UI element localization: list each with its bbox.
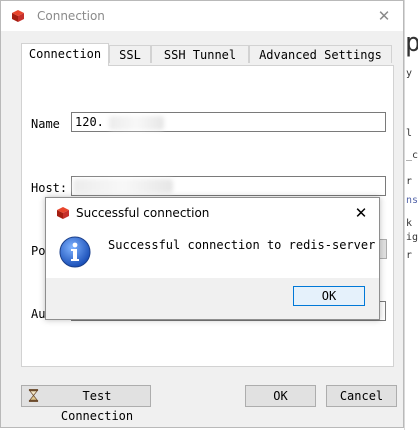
popup-body: Successful connection to redis-server	[46, 228, 379, 278]
background-text: y	[406, 68, 413, 79]
name-label: Name	[31, 117, 60, 131]
test-connection-label: Test Connection	[60, 389, 134, 423]
background-text: ns	[406, 195, 418, 206]
port-label: Po	[31, 244, 46, 258]
window-title: Connection	[37, 9, 105, 23]
popup-title-bar: Successful connection ✕	[46, 198, 379, 228]
test-connection-button[interactable]: Test Connection	[21, 385, 151, 423]
redaction-blur	[73, 179, 173, 193]
ok-button[interactable]: OK	[245, 385, 316, 407]
cancel-button[interactable]: Cancel	[326, 385, 397, 407]
background-text: p	[405, 28, 418, 58]
redis-logo-icon	[57, 207, 69, 219]
tab-advanced-settings[interactable]: Advanced Settings	[249, 45, 392, 63]
background-text: _c	[406, 150, 418, 161]
tab-ssl[interactable]: SSL	[109, 45, 151, 63]
popup-message: Successful connection to redis-server	[108, 238, 376, 252]
port-spinner[interactable]	[379, 239, 387, 259]
hourglass-icon	[28, 389, 39, 402]
close-icon[interactable]: ✕	[373, 5, 395, 27]
auth-label: Au	[31, 307, 46, 321]
redis-logo-icon	[12, 10, 24, 22]
background-text: r	[406, 176, 413, 187]
redaction-blur	[109, 116, 164, 130]
background-text: l	[406, 128, 413, 139]
popup-title: Successful connection	[76, 206, 210, 220]
close-icon[interactable]: ✕	[351, 202, 371, 224]
info-icon	[59, 236, 91, 268]
background-text: ig	[406, 232, 418, 243]
success-dialog: Successful connection ✕ Successful conne…	[45, 197, 380, 320]
popup-ok-button[interactable]: OK	[293, 286, 365, 306]
host-label: Host:	[31, 181, 68, 195]
name-value: 120.	[75, 115, 104, 129]
title-bar: Connection ✕	[1, 1, 403, 31]
tab-connection[interactable]: Connection	[21, 43, 109, 66]
background-text: r	[406, 250, 413, 261]
background-text: k	[406, 218, 413, 229]
tab-ssh-tunnel[interactable]: SSH Tunnel	[151, 45, 249, 63]
background-window	[404, 0, 418, 430]
